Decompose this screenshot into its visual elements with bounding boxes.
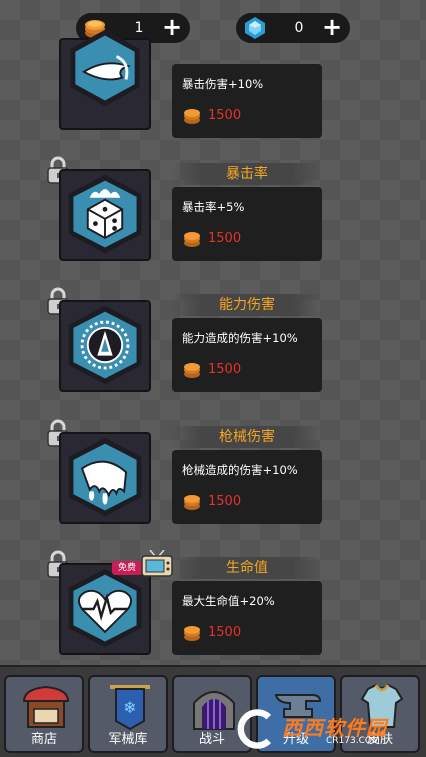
ability-damage-icon: [68, 305, 142, 385]
upgrade-description: 能力造成的伤害+10%: [182, 331, 298, 345]
upgrade-title: 生命值: [172, 557, 322, 579]
nav-armory[interactable]: ❄ 军械库: [88, 675, 168, 753]
crit-rate-dice-icon: [68, 174, 142, 254]
upgrade-price: 1500: [208, 362, 242, 377]
upgrade-icon-frame: [59, 563, 151, 655]
upgrade-description: 最大生命值+20%: [182, 594, 275, 608]
upgrade-row-gun-damage[interactable]: 枪械伤害 枪械造成的伤害+10% 1500: [0, 418, 426, 548]
nav-label: 军械库: [108, 732, 148, 747]
upgrade-icon-frame: [59, 300, 151, 392]
armory-banner-icon: ❄: [110, 685, 150, 731]
upgrade-price: 1500: [208, 625, 242, 640]
upgrade-info-panel: 暴击伤害+10% 1500: [172, 64, 322, 138]
upgrade-title: 暴击率: [172, 163, 322, 185]
upgrade-row-crit-rate[interactable]: 暴击率 暴击率+5% 1500: [0, 155, 426, 285]
nav-shop[interactable]: 商店: [4, 675, 84, 753]
upgrade-price: 1500: [208, 108, 242, 123]
upgrade-description: 枪械造成的伤害+10%: [182, 463, 298, 477]
nav-label: 商店: [30, 732, 57, 747]
upgrade-title: 能力伤害: [172, 294, 322, 316]
coin-stack-icon: [184, 232, 200, 247]
upgrade-description: 暴击率+5%: [182, 200, 245, 214]
shop-icon: [22, 685, 70, 728]
coin-stack-icon: [184, 626, 200, 641]
gun-damage-icon: [68, 437, 142, 517]
svg-text:❄: ❄: [123, 698, 136, 717]
watermark-logo-icon: [237, 709, 272, 749]
upgrade-row-ability-damage[interactable]: 能力伤害 能力造成的伤害+10% 1500: [0, 286, 426, 416]
upgrade-info-panel: 最大生命值+20% 1500: [172, 581, 322, 655]
coin-stack-icon: [184, 363, 200, 378]
watermark-subtitle: CR173.COM: [326, 736, 380, 746]
upgrade-price: 1500: [208, 231, 242, 246]
upgrade-row-health[interactable]: 生命值 最大生命值+20% 1500: [0, 549, 426, 679]
site-watermark: 西西软件园 CR173.COM: [226, 704, 426, 754]
free-badge[interactable]: 免费: [112, 561, 142, 575]
upgrade-icon-frame: [59, 169, 151, 261]
crit-damage-icon: [70, 29, 140, 107]
tv-ad-icon[interactable]: [140, 550, 174, 578]
upgrade-info-panel: 枪械造成的伤害+10% 1500: [172, 450, 322, 524]
upgrade-description: 暴击伤害+10%: [182, 77, 264, 91]
upgrade-icon-frame: [59, 29, 151, 130]
coin-stack-icon: [184, 495, 200, 510]
upgrade-icon-frame: [59, 432, 151, 524]
upgrade-title: 枪械伤害: [172, 426, 322, 448]
heart-health-icon: [68, 568, 142, 648]
upgrade-info-panel: 能力造成的伤害+10% 1500: [172, 318, 322, 392]
upgrade-row-crit-damage[interactable]: 暴击伤害+10% 1500: [0, 20, 426, 150]
coin-stack-icon: [184, 109, 200, 124]
upgrade-info-panel: 暴击率+5% 1500: [172, 187, 322, 261]
upgrade-price: 1500: [208, 494, 242, 509]
